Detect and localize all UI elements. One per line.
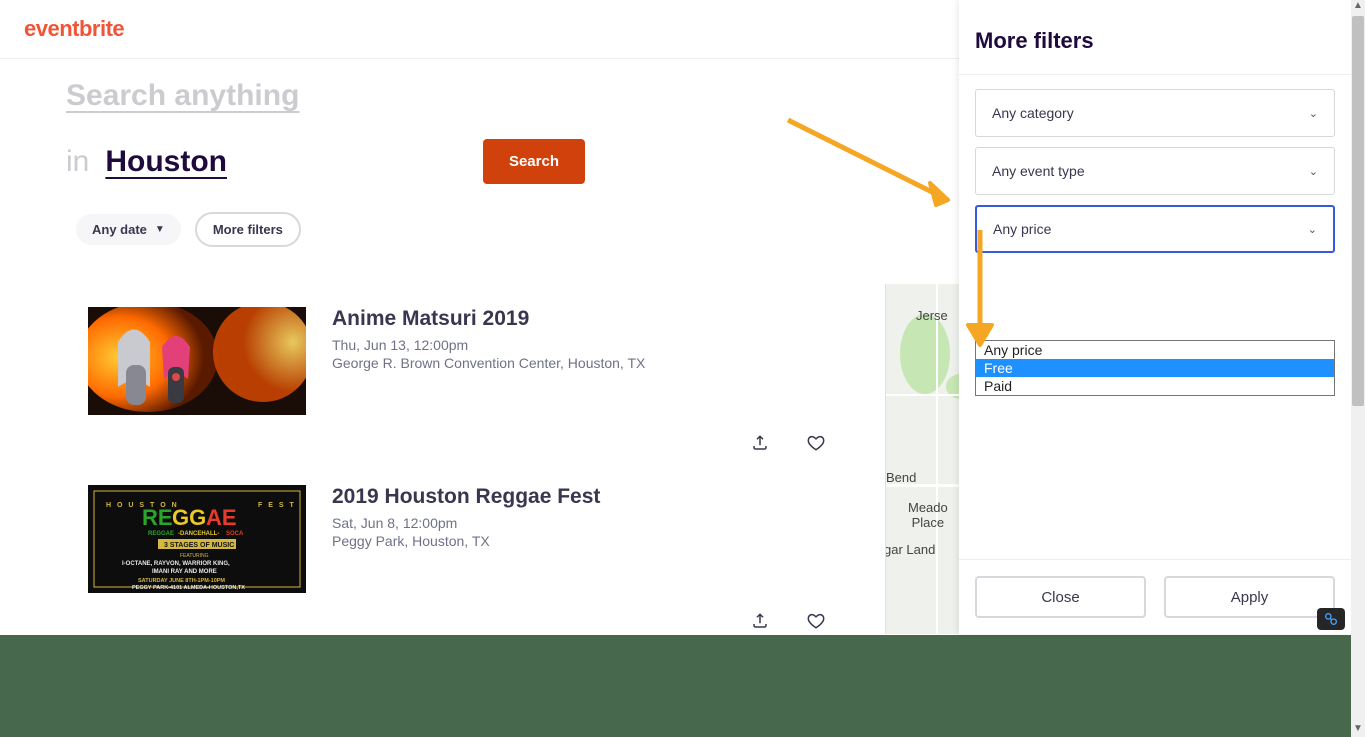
price-select[interactable]: Any price ⌄: [975, 205, 1335, 253]
event-card[interactable]: H O U S T O N F E S T RE GG AE REGGAE -D…: [66, 485, 826, 593]
scrollbar[interactable]: ▲ ▼: [1351, 0, 1365, 737]
price-options-dropdown[interactable]: Any price Free Paid: [975, 340, 1335, 396]
scroll-thumb[interactable]: [1352, 16, 1364, 406]
event-venue: George R. Brown Convention Center, Houst…: [332, 355, 826, 371]
event-thumbnail: H O U S T O N F E S T RE GG AE REGGAE -D…: [88, 485, 306, 593]
more-filters-label: More filters: [213, 222, 283, 237]
category-select-label: Any category: [992, 105, 1074, 121]
svg-text:SOCA: SOCA: [226, 531, 244, 537]
map-label: Bend: [886, 470, 916, 485]
svg-text:-DANCEHALL-: -DANCEHALL-: [178, 531, 219, 537]
event-type-select-label: Any event type: [992, 163, 1085, 179]
event-date: Thu, Jun 13, 12:00pm: [332, 337, 826, 353]
search-button[interactable]: Search: [483, 139, 585, 184]
svg-text:3 STAGES OF MUSIC: 3 STAGES OF MUSIC: [164, 542, 234, 549]
more-filters-panel: More filters Any category ⌄ Any event ty…: [959, 0, 1351, 634]
location-input[interactable]: Houston: [105, 145, 227, 179]
footer-bar: [0, 635, 1365, 737]
event-thumbnail: [88, 307, 306, 415]
svg-text:PEGGY PARK-4101 ALMEDA-HOUSTON: PEGGY PARK-4101 ALMEDA-HOUSTON,TX: [132, 585, 245, 591]
apply-button[interactable]: Apply: [1164, 576, 1335, 618]
card-actions: [750, 433, 826, 453]
map-label: Jerse: [916, 308, 948, 323]
map-label: Meado Place: [908, 500, 948, 530]
event-card[interactable]: Anime Matsuri 2019 Thu, Jun 13, 12:00pm …: [66, 307, 826, 415]
event-title: 2019 Houston Reggae Fest: [332, 485, 826, 509]
event-venue: Peggy Park, Houston, TX: [332, 533, 826, 549]
filters-panel-footer: Close Apply: [959, 559, 1351, 634]
event-type-select[interactable]: Any event type ⌄: [975, 147, 1335, 195]
svg-text:RE: RE: [142, 505, 173, 530]
heart-icon[interactable]: [806, 611, 826, 631]
event-title: Anime Matsuri 2019: [332, 307, 826, 331]
scroll-down-icon[interactable]: ▼: [1351, 723, 1365, 737]
more-filters-pill[interactable]: More filters: [195, 212, 301, 247]
scroll-up-icon[interactable]: ▲: [1351, 0, 1365, 14]
date-filter-label: Any date: [92, 222, 147, 237]
date-filter-pill[interactable]: Any date ▼: [76, 214, 181, 245]
event-body: Anime Matsuri 2019 Thu, Jun 13, 12:00pm …: [332, 307, 826, 415]
chevron-down-icon: ▼: [155, 224, 165, 235]
event-body: 2019 Houston Reggae Fest Sat, Jun 8, 12:…: [332, 485, 826, 593]
heart-icon[interactable]: [806, 433, 826, 453]
price-option-any[interactable]: Any price: [976, 341, 1334, 359]
category-select[interactable]: Any category ⌄: [975, 89, 1335, 137]
filters-panel-body: Any category ⌄ Any event type ⌄ Any pric…: [959, 75, 1351, 253]
card-actions: [750, 611, 826, 631]
svg-text:SATURDAY JUNE 8TH-1PM-10PM: SATURDAY JUNE 8TH-1PM-10PM: [138, 578, 225, 584]
share-icon[interactable]: [750, 611, 770, 631]
chevron-down-icon: ⌄: [1308, 223, 1317, 236]
chevron-down-icon: ⌄: [1309, 107, 1318, 120]
svg-text:GG: GG: [172, 505, 206, 530]
svg-text:REGGAE: REGGAE: [148, 531, 174, 537]
close-button[interactable]: Close: [975, 576, 1146, 618]
svg-text:FEATURING: FEATURING: [180, 553, 209, 559]
share-icon[interactable]: [750, 433, 770, 453]
svg-text:I-OCTANE, RAYVON, WARRIOR KING: I-OCTANE, RAYVON, WARRIOR KING,: [122, 561, 230, 567]
brand-logo[interactable]: eventbrite: [24, 16, 124, 42]
chevron-down-icon: ⌄: [1309, 165, 1318, 178]
price-select-label: Any price: [993, 221, 1051, 237]
event-date: Sat, Jun 8, 12:00pm: [332, 515, 826, 531]
map-label: gar Land: [885, 542, 935, 557]
in-label: in: [66, 145, 89, 179]
extension-badge-icon[interactable]: [1317, 608, 1345, 630]
price-option-paid[interactable]: Paid: [976, 377, 1334, 395]
svg-text:AE: AE: [206, 505, 237, 530]
svg-text:F E S T: F E S T: [258, 502, 296, 509]
price-option-free[interactable]: Free: [976, 359, 1334, 377]
filters-panel-title: More filters: [959, 0, 1351, 75]
svg-text:IMANI RAY AND MORE: IMANI RAY AND MORE: [152, 569, 217, 575]
